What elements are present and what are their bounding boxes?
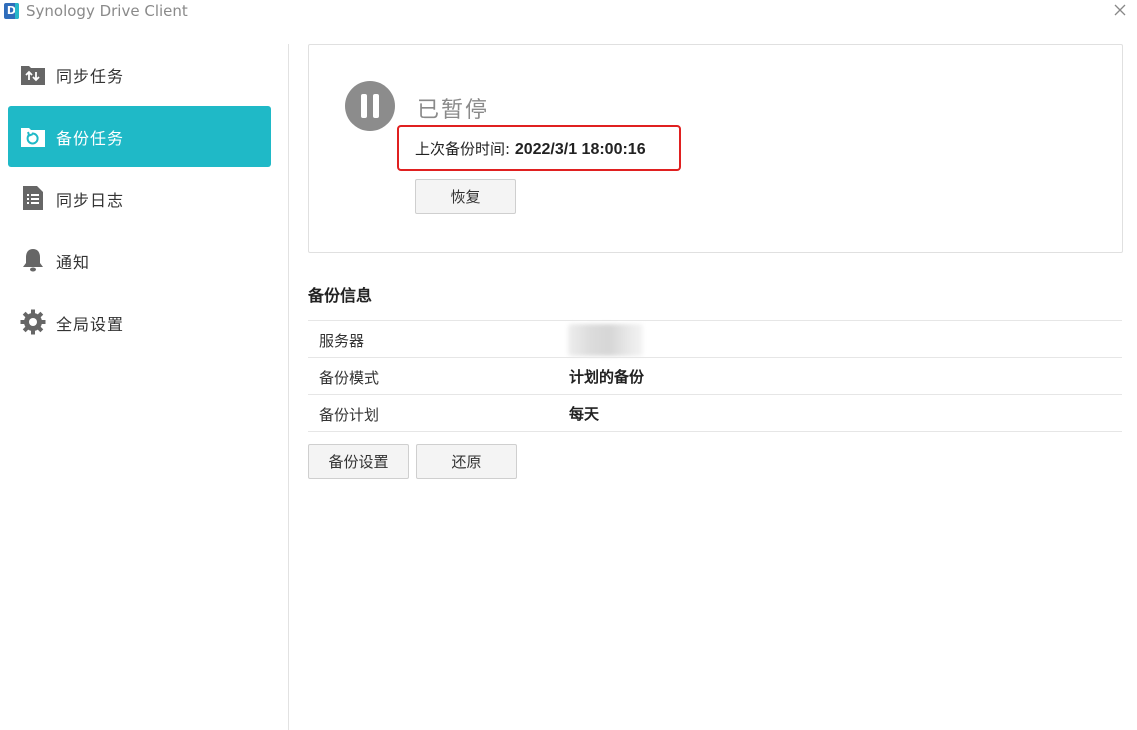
gear-icon <box>20 309 46 335</box>
log-list-icon <box>23 186 43 210</box>
close-icon[interactable] <box>1111 1 1129 19</box>
resume-button[interactable]: 恢复 <box>415 179 516 214</box>
sidebar-item-notifications[interactable]: 通知 <box>8 230 271 291</box>
backup-mode-value: 计划的备份 <box>569 368 645 386</box>
table-row: 服务器 <box>308 320 1122 357</box>
table-row: 备份模式 计划的备份 <box>308 357 1122 394</box>
backup-schedule-label: 备份计划 <box>319 406 380 424</box>
sidebar-item-sync-log[interactable]: 同步日志 <box>8 168 271 229</box>
backup-folder-icon <box>21 128 45 147</box>
sidebar-item-label: 全局设置 <box>56 315 125 334</box>
backup-info-table: 服务器 备份模式 计划的备份 备份计划 每天 <box>308 320 1122 432</box>
app-logo: D <box>4 3 19 19</box>
backup-info-title: 备份信息 <box>308 286 373 305</box>
backup-settings-button[interactable]: 备份设置 <box>308 444 409 479</box>
server-label: 服务器 <box>319 332 365 350</box>
status-title: 已暂停 <box>417 98 490 123</box>
sidebar-item-label: 备份任务 <box>56 129 125 148</box>
sync-arrows-icon <box>21 66 45 85</box>
title-bar: D Synology Drive Client <box>0 0 1137 24</box>
sidebar: 同步任务 备份任务 同步日志 通知 全局设置 <box>0 44 289 730</box>
table-row: 备份计划 每天 <box>308 394 1122 432</box>
sidebar-item-label: 通知 <box>56 253 91 272</box>
pause-icon <box>345 81 395 131</box>
sidebar-item-label: 同步日志 <box>56 191 125 210</box>
backup-mode-label: 备份模式 <box>319 369 380 387</box>
backup-schedule-value: 每天 <box>569 405 600 423</box>
sidebar-item-sync-tasks[interactable]: 同步任务 <box>8 44 271 105</box>
bell-icon <box>23 249 43 272</box>
status-card: 已暂停 上次备份时间: 2022/3/1 18:00:16 恢复 <box>308 44 1123 253</box>
sidebar-item-backup-tasks[interactable]: 备份任务 <box>8 106 271 167</box>
sidebar-item-global-settings[interactable]: 全局设置 <box>8 292 271 353</box>
sidebar-item-label: 同步任务 <box>56 67 125 86</box>
last-backup-label: 上次备份时间: <box>415 140 515 158</box>
last-backup-value: 2022/3/1 18:00:16 <box>514 141 646 158</box>
window-title: Synology Drive Client <box>26 2 188 20</box>
server-value-redacted <box>568 324 643 356</box>
restore-button[interactable]: 还原 <box>416 444 517 479</box>
last-backup-time: 上次备份时间: 2022/3/1 18:00:16 <box>415 138 646 159</box>
